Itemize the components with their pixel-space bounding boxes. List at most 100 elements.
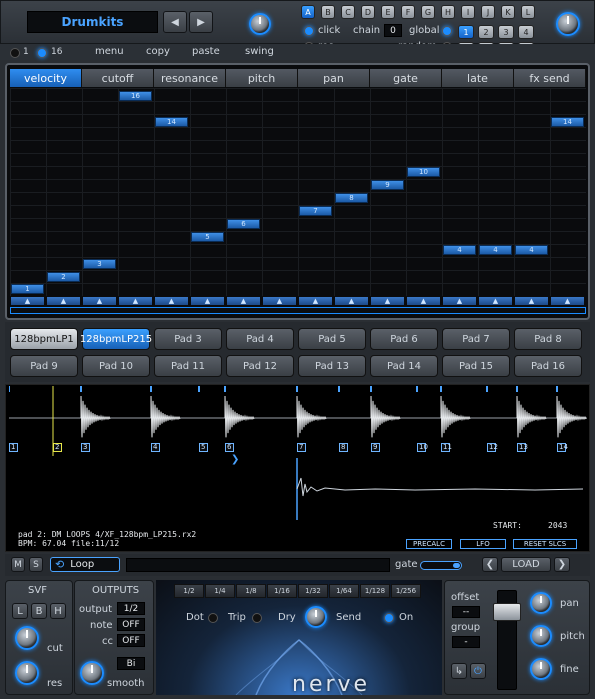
slice-marker-5[interactable]: 5 — [199, 443, 208, 452]
step-arrow-4[interactable]: ▲ — [119, 297, 152, 305]
tab-velocity[interactable]: velocity — [10, 69, 82, 87]
pad-6[interactable]: Pad 6 — [370, 328, 438, 350]
note-value[interactable]: OFF — [117, 618, 145, 631]
load-button[interactable]: LOAD — [501, 557, 551, 572]
step-arrow-7[interactable]: ▲ — [227, 297, 260, 305]
step-arrow-10[interactable]: ▲ — [335, 297, 368, 305]
radio-1-step[interactable] — [10, 48, 20, 58]
sequencer-grid[interactable]: 1 2 3 16 14 5 6 7 8 9 10 4 4 4 14 — [10, 88, 586, 296]
bank-letter-h[interactable]: H — [441, 5, 455, 19]
step-arrow-16[interactable]: ▲ — [551, 297, 584, 305]
slice-marker-13[interactable]: 13 — [517, 443, 528, 452]
step-arrow-1[interactable]: ▲ — [11, 297, 44, 305]
dot-led[interactable] — [208, 613, 218, 623]
reset-slices-button[interactable]: RESET SLCS — [513, 539, 577, 549]
step-arrow-5[interactable]: ▲ — [155, 297, 188, 305]
bank-letter-d[interactable]: D — [361, 5, 375, 19]
on-led[interactable] — [384, 613, 394, 623]
paste-button[interactable]: paste — [192, 46, 220, 57]
preset-name-display[interactable]: Drumkits — [27, 11, 158, 33]
bank-letter-l[interactable]: L — [521, 5, 535, 19]
pitch-knob[interactable] — [530, 625, 552, 647]
slice-marker-11[interactable]: 11 — [441, 443, 452, 452]
radio-16-step[interactable] — [37, 48, 47, 58]
slice-marker-2[interactable]: 2 — [53, 443, 62, 452]
division-1-32[interactable]: 1/32 — [298, 584, 328, 598]
division-1-128[interactable]: 1/128 — [360, 584, 390, 598]
step-cell-3[interactable]: 3 — [83, 259, 116, 269]
step-arrow-12[interactable]: ▲ — [407, 297, 440, 305]
precalc-button[interactable]: PRECALC — [406, 539, 452, 549]
tab-late[interactable]: late — [442, 69, 514, 87]
solo-button[interactable]: S — [29, 557, 43, 572]
step-arrow-2[interactable]: ▲ — [47, 297, 80, 305]
lfo-button[interactable]: LFO — [460, 539, 506, 549]
cc-value[interactable]: OFF — [117, 634, 145, 647]
step-arrow-14[interactable]: ▲ — [479, 297, 512, 305]
pad-16[interactable]: Pad 16 — [514, 355, 582, 377]
step-cell-13[interactable]: 4 — [443, 245, 476, 255]
chain-number-2[interactable]: 2 — [478, 25, 494, 39]
pan-knob[interactable] — [530, 592, 552, 614]
fine-knob[interactable] — [530, 658, 552, 680]
bank-letter-f[interactable]: F — [401, 5, 415, 19]
volume-fader-thumb[interactable] — [493, 603, 521, 621]
division-1-2[interactable]: 1/2 — [174, 584, 204, 598]
bank-letter-i[interactable]: I — [461, 5, 475, 19]
bank-letter-g[interactable]: G — [421, 5, 435, 19]
bank-letter-c[interactable]: C — [341, 5, 355, 19]
pad-8[interactable]: Pad 8 — [514, 328, 582, 350]
bank-letter-e[interactable]: E — [381, 5, 395, 19]
bank-letter-k[interactable]: K — [501, 5, 515, 19]
svf-highpass-button[interactable]: H — [50, 603, 66, 619]
tab-gate[interactable]: gate — [370, 69, 442, 87]
bank-letter-a[interactable]: A — [301, 5, 315, 19]
chain-number-3[interactable]: 3 — [498, 25, 514, 39]
dry-send-knob[interactable] — [305, 606, 327, 628]
step-cell-1[interactable]: 1 — [11, 284, 44, 294]
mute-button[interactable]: M — [11, 557, 25, 572]
step-arrow-6[interactable]: ▲ — [191, 297, 224, 305]
loop-button[interactable]: ⟲ Loop — [50, 557, 120, 572]
tab-pan[interactable]: pan — [298, 69, 370, 87]
tab-cutoff[interactable]: cutoff — [82, 69, 154, 87]
step-cell-12[interactable]: 10 — [407, 167, 440, 177]
global-led[interactable] — [442, 26, 452, 36]
step-arrow-3[interactable]: ▲ — [83, 297, 116, 305]
bi-value[interactable]: Bi — [117, 657, 145, 670]
slice-marker-8[interactable]: 8 — [339, 443, 348, 452]
swing-knob[interactable] — [249, 13, 271, 35]
output-value[interactable]: 1/2 — [117, 602, 145, 615]
slice-marker-7[interactable]: 7 — [297, 443, 306, 452]
pad-12[interactable]: Pad 12 — [226, 355, 294, 377]
step-arrow-11[interactable]: ▲ — [371, 297, 404, 305]
bank-letter-j[interactable]: J — [481, 5, 495, 19]
tab-pitch[interactable]: pitch — [226, 69, 298, 87]
step-cell-7[interactable]: 6 — [227, 219, 260, 229]
pad-4[interactable]: Pad 4 — [226, 328, 294, 350]
pad-11[interactable]: Pad 11 — [154, 355, 222, 377]
svf-bandpass-button[interactable]: B — [31, 603, 47, 619]
copy-button[interactable]: copy — [146, 46, 170, 57]
load-next-button[interactable]: ❯ — [554, 557, 570, 572]
pad-13[interactable]: Pad 13 — [298, 355, 366, 377]
slice-marker-3[interactable]: 3 — [81, 443, 90, 452]
step-cell-15[interactable]: 4 — [515, 245, 548, 255]
step-cell-10[interactable]: 8 — [335, 193, 368, 203]
prev-preset-button[interactable]: ◀ — [163, 11, 187, 33]
pad-3[interactable]: Pad 3 — [154, 328, 222, 350]
division-1-256[interactable]: 1/256 — [391, 584, 421, 598]
pad-5[interactable]: Pad 5 — [298, 328, 366, 350]
slice-marker-14[interactable]: 14 — [557, 443, 568, 452]
tab-fx-send[interactable]: fx send — [514, 69, 586, 87]
pad-9[interactable]: Pad 9 — [10, 355, 78, 377]
division-1-64[interactable]: 1/64 — [329, 584, 359, 598]
division-1-4[interactable]: 1/4 — [205, 584, 235, 598]
slice-marker-12[interactable]: 12 — [487, 443, 498, 452]
smooth-knob[interactable] — [80, 661, 104, 685]
step-arrow-15[interactable]: ▲ — [515, 297, 548, 305]
division-1-8[interactable]: 1/8 — [236, 584, 266, 598]
chain-number-1[interactable]: 1 — [458, 25, 474, 39]
slice-marker-9[interactable]: 9 — [371, 443, 380, 452]
slice-marker-1[interactable]: 1 — [9, 443, 18, 452]
